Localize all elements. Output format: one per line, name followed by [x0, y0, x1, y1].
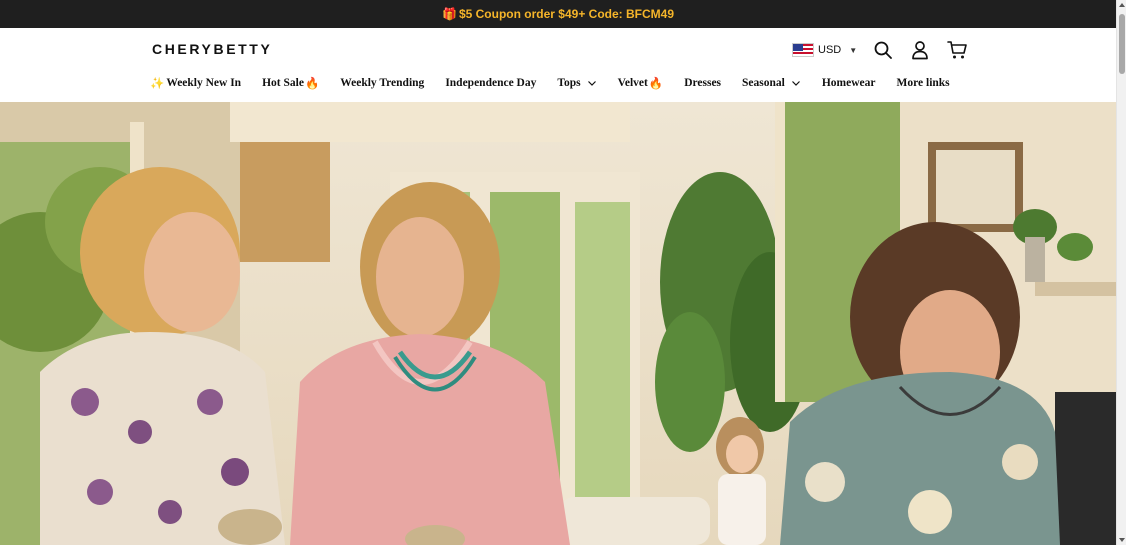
chevron-down-icon — [587, 78, 597, 88]
currency-label: USD — [818, 44, 842, 56]
fire-icon: 🔥 — [648, 78, 664, 90]
nav-label: Seasonal — [742, 77, 785, 89]
search-icon[interactable] — [873, 40, 893, 60]
gift-icon: 🎁 — [442, 7, 457, 21]
nav-label: Dresses — [684, 77, 722, 89]
nav-item-velvet[interactable]: Velvet 🔥 — [618, 76, 664, 90]
nav-item-hot-sale[interactable]: Hot Sale 🔥 — [262, 76, 319, 90]
chevron-down-icon — [791, 78, 801, 88]
logo-text: CHERYBETTY — [152, 41, 273, 57]
nav-item-tops[interactable]: Tops — [557, 77, 596, 89]
scroll-up-icon[interactable] — [1119, 3, 1125, 7]
currency-selector[interactable]: USD ▼ — [792, 42, 857, 58]
nav-item-independence-day[interactable]: Independence Day — [445, 77, 536, 89]
hero-image — [0, 102, 1116, 545]
nav-item-more-links[interactable]: More links — [897, 77, 950, 89]
account-icon[interactable] — [910, 40, 930, 60]
site-logo[interactable]: CHERYBETTY — [152, 41, 272, 57]
nav-item-dresses[interactable]: Dresses — [684, 77, 721, 89]
nav-label: More links — [896, 77, 950, 89]
main-navigation: ✨ Weekly New In Hot Sale 🔥 Weekly Trendi… — [150, 75, 971, 91]
nav-item-homewear[interactable]: Homewear — [822, 77, 876, 89]
nav-label: Homewear — [821, 77, 876, 89]
nav-item-weekly-new-in[interactable]: ✨ Weekly New In — [150, 76, 241, 90]
scroll-down-icon[interactable] — [1119, 538, 1125, 542]
hero-banner[interactable] — [0, 102, 1116, 545]
nav-item-weekly-trending[interactable]: Weekly Trending — [340, 77, 424, 89]
us-flag-icon — [792, 43, 814, 57]
nav-label: Tops — [557, 77, 581, 89]
sparkle-icon: ✨ — [150, 78, 165, 90]
announcement-text: $5 Coupon order $49+ Code: BFCM49 — [458, 7, 674, 21]
nav-label: Weekly Trending — [340, 77, 425, 89]
nav-label: Velvet — [617, 77, 648, 89]
nav-label: Hot Sale — [262, 77, 304, 89]
chevron-down-icon: ▼ — [849, 45, 858, 55]
scrollbar-thumb[interactable] — [1119, 14, 1125, 74]
fire-icon: 🔥 — [304, 78, 320, 90]
page-scrollbar[interactable] — [1116, 0, 1126, 545]
nav-label: Independence Day — [445, 77, 537, 89]
cart-icon[interactable] — [947, 40, 967, 60]
announcement-bar[interactable]: 🎁 $5 Coupon order $49+ Code: BFCM49 — [0, 0, 1116, 28]
nav-item-seasonal[interactable]: Seasonal — [742, 77, 801, 89]
nav-label: Weekly New In — [166, 77, 242, 89]
site-header: CHERYBETTY USD ▼ ✨ Weekly New In Hot Sal… — [0, 28, 1116, 102]
